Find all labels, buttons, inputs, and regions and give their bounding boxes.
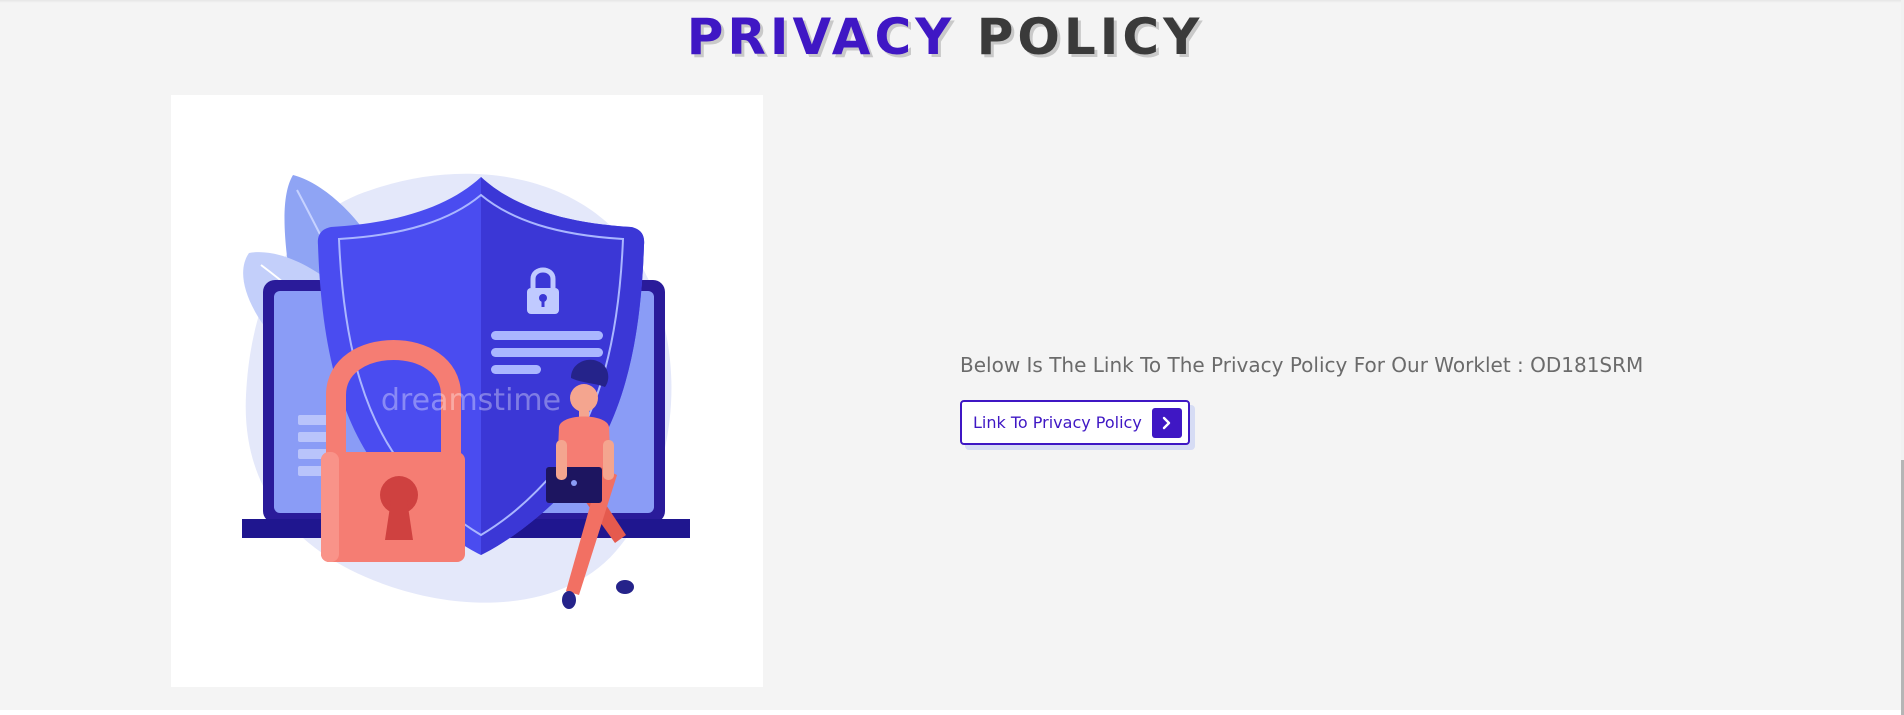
page-title-part1: PRIVACY <box>686 8 956 66</box>
shield-lock-keyhole-slot <box>541 299 545 307</box>
privacy-info-panel: Below Is The Link To The Privacy Policy … <box>960 350 1760 445</box>
padlock-highlight <box>321 452 339 562</box>
person-laptop-logo <box>571 480 577 486</box>
privacy-shield-illustration: dreamstime <box>242 173 690 609</box>
person-shoe-left <box>562 591 576 609</box>
shield-text-line-2 <box>491 348 603 357</box>
page-title-part2: POLICY <box>976 8 1204 66</box>
page-title: PRIVACY POLICY <box>0 6 1890 68</box>
privacy-policy-section: PRIVACY POLICY dreamstime Below Is The L… <box>0 0 1904 710</box>
person-arm-left <box>556 440 567 480</box>
shield-text-line-1 <box>491 331 603 340</box>
privacy-description: Below Is The Link To The Privacy Policy … <box>960 353 1644 377</box>
illustration-watermark: dreamstime <box>381 383 561 418</box>
top-divider <box>0 0 1904 3</box>
shield-text-line-3 <box>491 365 541 374</box>
privacy-policy-link-button[interactable]: Link To Privacy Policy <box>960 400 1190 445</box>
person-shoe-right <box>616 580 634 594</box>
privacy-illustration-card: dreamstime <box>171 95 763 687</box>
person-head <box>570 384 598 412</box>
person-arm-right <box>603 440 614 480</box>
chevron-right-icon <box>1151 407 1182 438</box>
privacy-policy-link-label: Link To Privacy Policy <box>973 413 1142 432</box>
